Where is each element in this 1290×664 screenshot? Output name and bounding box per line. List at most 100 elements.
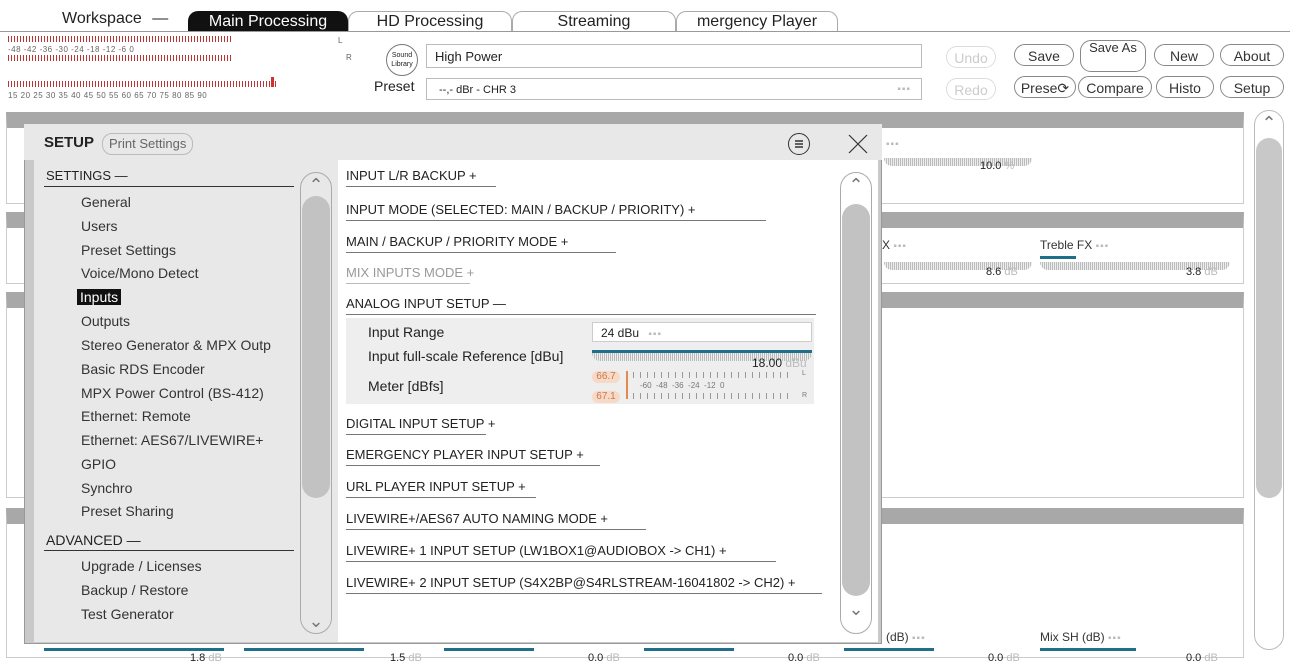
print-settings-button[interactable]: Print Settings bbox=[102, 133, 194, 155]
nav-synchro[interactable]: Synchro bbox=[81, 480, 132, 496]
row-url-player-input-setup[interactable]: URL PLAYER INPUT SETUP + bbox=[346, 479, 526, 494]
meter-label-r: R bbox=[346, 53, 353, 62]
nav-scroll-up-icon[interactable]: ⌃ bbox=[302, 176, 330, 194]
nav-test-generator[interactable]: Test Generator bbox=[81, 606, 174, 622]
bottom-knob-1-accent bbox=[44, 648, 224, 651]
nav-mpx-power-control[interactable]: MPX Power Control (BS-412) bbox=[81, 385, 264, 401]
row-main-backup-priority-mode[interactable]: MAIN / BACKUP / PRIORITY MODE + bbox=[346, 234, 568, 249]
advanced-section-header[interactable]: ADVANCED — bbox=[46, 532, 141, 548]
compare-button[interactable]: Compare bbox=[1078, 76, 1152, 98]
row-input-lr-backup[interactable]: INPUT L/R BACKUP + bbox=[346, 168, 477, 183]
content-scroll-thumb[interactable] bbox=[842, 204, 870, 596]
meter-bar-r bbox=[626, 393, 792, 399]
sound-library-line2: Library bbox=[391, 61, 413, 68]
content-scroll-up-icon[interactable]: ⌃ bbox=[842, 176, 870, 194]
nav-voice-mono-detect[interactable]: Voice/Mono Detect bbox=[81, 265, 199, 281]
tab-main-processing[interactable]: Main Processing bbox=[188, 11, 348, 32]
bottom-knob-2-value: 1.5 dB bbox=[390, 652, 422, 664]
row-emergency-player-input-setup[interactable]: EMERGENCY PLAYER INPUT SETUP + bbox=[346, 447, 584, 462]
meter-dbfs-r: R bbox=[802, 392, 808, 399]
save-button[interactable]: Save bbox=[1014, 44, 1074, 66]
row-divider bbox=[346, 186, 496, 187]
nav-outputs[interactable]: Outputs bbox=[81, 313, 130, 329]
nav-gpio[interactable]: GPIO bbox=[81, 456, 116, 472]
row-livewire-1-input-setup[interactable]: LIVEWIRE+ 1 INPUT SETUP (LW1BOX1@AUDIOBO… bbox=[346, 543, 727, 558]
nav-scroll-down-icon[interactable]: ⌄ bbox=[302, 612, 330, 630]
meter-level-marker bbox=[626, 371, 628, 399]
input-range-select[interactable]: 24 dBu ▪▪▪ bbox=[592, 322, 812, 342]
meter-scale-top: -48 -42 -36 -30 -24 -18 -12 -6 0 bbox=[8, 45, 135, 54]
nav-basic-rds-encoder[interactable]: Basic RDS Encoder bbox=[81, 361, 205, 377]
input-range-label: Input Range bbox=[368, 324, 445, 340]
dialog-menu-icon[interactable] bbox=[788, 133, 810, 155]
bottom-knob-1-value: 1.8 dB bbox=[190, 652, 222, 664]
nav-preset-settings[interactable]: Preset Settings bbox=[81, 242, 176, 258]
mix-sh-label: Mix SH (dB) ▪▪▪ bbox=[1040, 630, 1122, 644]
bottom-knob-5-value: 0.0 dB bbox=[988, 652, 1020, 664]
sound-library-button[interactable]: Sound Library bbox=[386, 44, 418, 76]
bg-db-label: (dB) ▪▪▪ bbox=[886, 630, 926, 644]
nav-ethernet-aes67[interactable]: Ethernet: AES67/LIVEWIRE+ bbox=[81, 432, 264, 448]
row-divider bbox=[346, 283, 470, 284]
advanced-section-divider bbox=[44, 550, 294, 551]
nav-users[interactable]: Users bbox=[81, 218, 118, 234]
setup-button[interactable]: Setup bbox=[1220, 76, 1284, 98]
preset-chr-field[interactable]: --,- dBr - CHR 3 ▪▪▪ bbox=[426, 78, 922, 100]
history-button[interactable]: Histo bbox=[1156, 76, 1214, 98]
loudness-peak-marker bbox=[271, 77, 274, 87]
row-divider bbox=[346, 220, 766, 221]
treble-fx-accent bbox=[1040, 256, 1076, 259]
nav-general[interactable]: General bbox=[81, 194, 131, 210]
main-scroll-up-icon[interactable]: ⌃ bbox=[1256, 114, 1282, 132]
nav-preset-sharing[interactable]: Preset Sharing bbox=[81, 503, 174, 519]
bg-knob2-label: X ▪▪▪ bbox=[882, 238, 907, 252]
save-as-button[interactable]: Save As bbox=[1080, 40, 1146, 72]
bottom-knob-2-accent bbox=[244, 648, 364, 651]
row-analog-input-setup[interactable]: ANALOG INPUT SETUP — bbox=[346, 296, 506, 311]
row-input-mode[interactable]: INPUT MODE (SELECTED: MAIN / BACKUP / PR… bbox=[346, 202, 696, 217]
nav-scroll-thumb[interactable] bbox=[302, 196, 330, 498]
meter-bar-l bbox=[626, 372, 792, 378]
meter-r-peak: 67.1 bbox=[592, 391, 620, 403]
row-mix-inputs-mode[interactable]: MIX INPUTS MODE + bbox=[346, 265, 474, 280]
input-range-dots: ▪▪▪ bbox=[648, 329, 663, 340]
nav-upgrade-licenses[interactable]: Upgrade / Licenses bbox=[81, 558, 202, 574]
row-livewire-2-input-setup[interactable]: LIVEWIRE+ 2 INPUT SETUP (S4X2BP@S4RLSTRE… bbox=[346, 575, 795, 590]
input-range-value: 24 dBu bbox=[601, 326, 640, 340]
row-digital-input-setup[interactable]: DIGITAL INPUT SETUP + bbox=[346, 416, 495, 431]
bg-knob1-dots: ▪▪▪ bbox=[886, 139, 900, 150]
row-divider bbox=[346, 314, 816, 315]
setup-dialog-title: SETUP bbox=[44, 134, 95, 151]
loudness-bar bbox=[8, 81, 278, 87]
nav-stereo-generator[interactable]: Stereo Generator & MPX Outp bbox=[81, 337, 271, 353]
row-divider bbox=[346, 561, 776, 562]
preset-more-dots[interactable]: ▪▪▪ bbox=[897, 79, 911, 101]
tab-streaming[interactable]: Streaming bbox=[512, 11, 676, 32]
about-button[interactable]: About bbox=[1220, 44, 1284, 66]
meter-scale-bottom: 15 20 25 30 35 40 45 50 55 60 65 70 75 8… bbox=[8, 91, 208, 100]
meter-label-l: L bbox=[338, 36, 343, 45]
nav-backup-restore[interactable]: Backup / Restore bbox=[81, 582, 188, 598]
bottom-knob-3-accent bbox=[444, 648, 534, 651]
preset-chr-text: --,- dBr - CHR 3 bbox=[439, 84, 516, 96]
content-scroll-down-icon[interactable]: ⌄ bbox=[842, 600, 870, 618]
new-button[interactable]: New bbox=[1154, 44, 1214, 66]
meter-dbfs-scale: -60 -48 -36 -24 -12 0 bbox=[640, 381, 725, 390]
tab-hd-processing[interactable]: HD Processing bbox=[348, 11, 512, 32]
nav-ethernet-remote[interactable]: Ethernet: Remote bbox=[81, 408, 191, 424]
row-divider bbox=[346, 465, 600, 466]
row-divider bbox=[346, 529, 646, 530]
tab-emergency-player[interactable]: mergency Player bbox=[676, 11, 838, 32]
preset-name-field[interactable]: High Power bbox=[426, 44, 922, 68]
row-divider bbox=[346, 252, 616, 253]
row-livewire-auto-naming[interactable]: LIVEWIRE+/AES67 AUTO NAMING MODE + bbox=[346, 511, 608, 526]
nav-inputs[interactable]: Inputs bbox=[77, 289, 122, 305]
close-icon[interactable] bbox=[846, 132, 870, 156]
settings-section-header[interactable]: SETTINGS — bbox=[46, 168, 128, 183]
presets-button[interactable]: Prese⟳ bbox=[1014, 76, 1076, 98]
bottom-knob-6-accent bbox=[1040, 648, 1136, 651]
undo-button[interactable]: Undo bbox=[946, 46, 996, 68]
main-scroll-thumb[interactable] bbox=[1256, 138, 1282, 498]
bg-knob1-value: 10.0 % bbox=[980, 160, 1015, 172]
redo-button[interactable]: Redo bbox=[946, 78, 996, 100]
